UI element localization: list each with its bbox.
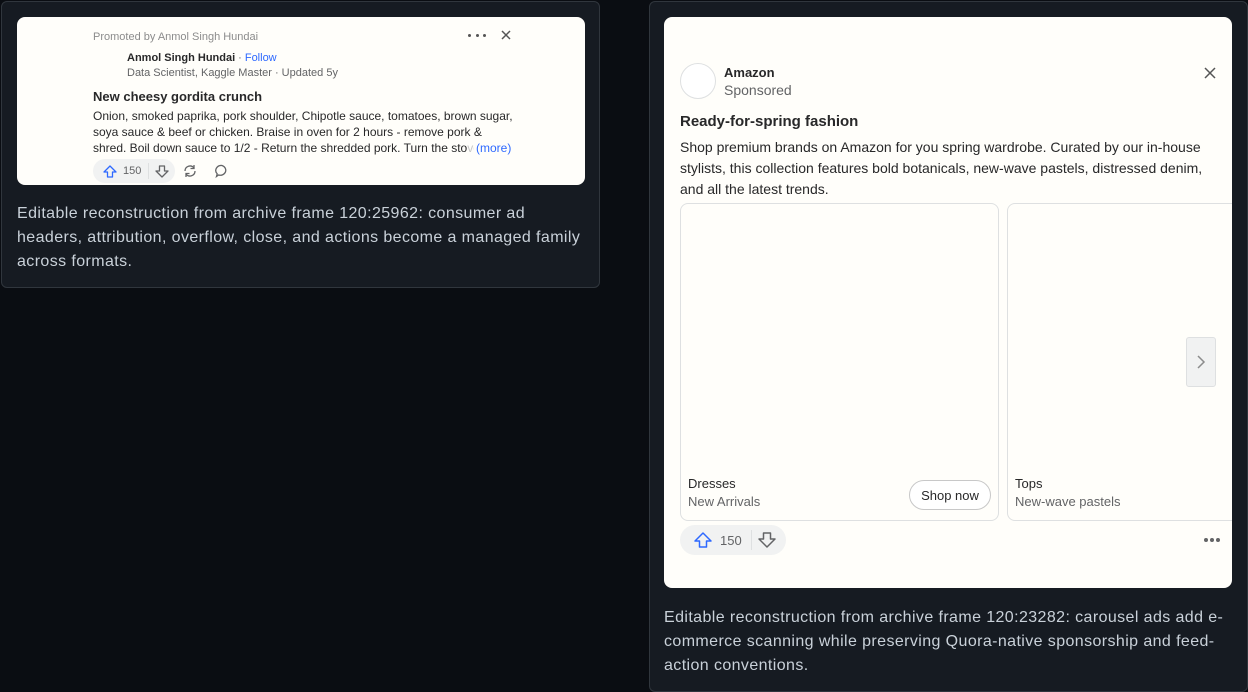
chevron-right-icon (1197, 355, 1206, 369)
right-panel: Amazon Sponsored Ready-for-spring fashio… (649, 1, 1248, 692)
tile-subtitle: New-wave pastels (1015, 494, 1121, 509)
ad-body: Onion, smoked paprika, pork shoulder, Ch… (93, 108, 513, 156)
carousel-next-button[interactable] (1186, 337, 1216, 387)
dot-icon (1210, 538, 1214, 542)
author-line: Anmol Singh Hundai · Follow (127, 52, 277, 64)
tile-name: Tops (1015, 476, 1043, 491)
separator: · (238, 52, 242, 64)
vote-bar: 150 (680, 525, 786, 555)
reshare-icon[interactable] (182, 163, 198, 179)
close-icon[interactable] (498, 27, 514, 43)
follow-link[interactable]: Follow (245, 52, 277, 64)
left-panel: Promoted by Anmol Singh Hundai Anmol Sin… (1, 1, 600, 288)
downvote-button[interactable] (149, 164, 169, 178)
upvote-button[interactable]: 150 (680, 530, 752, 550)
dot-icon (483, 33, 486, 37)
author-name[interactable]: Anmol Singh Hundai (127, 52, 235, 64)
close-icon[interactable] (1202, 65, 1218, 81)
carousel-ad-card: Amazon Sponsored Ready-for-spring fashio… (664, 17, 1232, 588)
right-caption: Editable reconstruction from archive fra… (664, 609, 1224, 674)
more-link[interactable]: (more) (474, 140, 512, 156)
shop-now-button[interactable]: Shop now (909, 480, 991, 510)
vote-bar: 150 (93, 159, 175, 183)
dot-icon (1216, 538, 1220, 542)
downvote-button[interactable] (752, 532, 776, 548)
upvote-arrow-icon (103, 164, 117, 178)
tile-subtitle: New Arrivals (688, 494, 761, 509)
brand-name[interactable]: Amazon (724, 65, 775, 80)
dot-icon (1204, 538, 1208, 542)
promoted-label: Promoted by Anmol Singh Hundai (93, 31, 259, 43)
ad-body: Shop premium brands on Amazon for you sp… (680, 139, 1203, 197)
overflow-menu-button[interactable] (468, 27, 486, 43)
ad-title[interactable]: New cheesy gordita crunch (93, 89, 262, 104)
ad-body-text: Onion, smoked paprika, pork shoulder, Ch… (93, 109, 513, 155)
overflow-menu-button[interactable] (1204, 538, 1220, 542)
dot-icon (475, 33, 479, 37)
ad-title[interactable]: Ready-for-spring fashion (680, 113, 858, 130)
dot-icon (468, 33, 471, 37)
brand-avatar[interactable] (680, 63, 716, 99)
downvote-arrow-icon (758, 532, 776, 548)
downvote-arrow-icon (155, 164, 169, 178)
upvote-button[interactable]: 150 (93, 163, 149, 179)
consumer-ad-card: Promoted by Anmol Singh Hundai Anmol Sin… (17, 17, 585, 185)
author-credential: Data Scientist, Kaggle Master · Updated … (127, 67, 338, 79)
carousel-tile[interactable]: Dresses New Arrivals Shop now (680, 203, 999, 521)
upvote-arrow-icon (694, 532, 712, 548)
tile-name: Dresses (688, 476, 736, 491)
upvote-count: 150 (720, 532, 742, 548)
comment-icon[interactable] (214, 163, 230, 179)
sponsored-label: Sponsored (724, 82, 792, 98)
upvote-count: 150 (123, 165, 142, 177)
left-caption: Editable reconstruction from archive fra… (17, 205, 581, 270)
